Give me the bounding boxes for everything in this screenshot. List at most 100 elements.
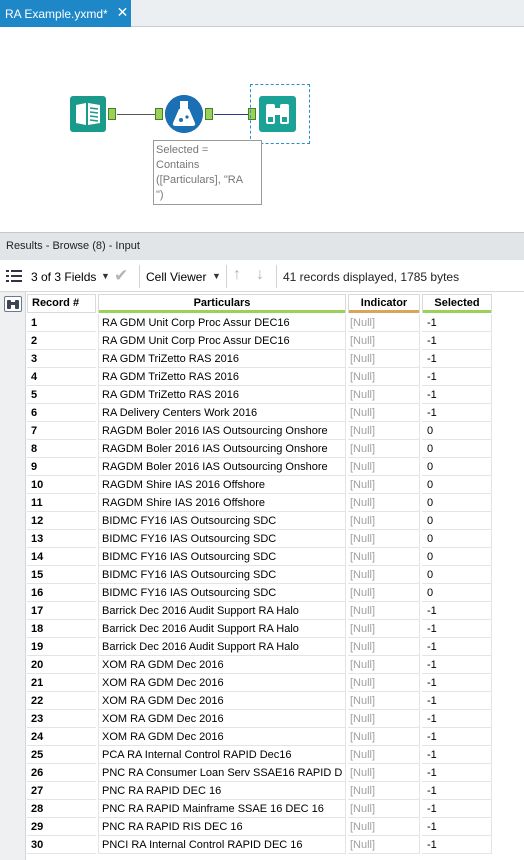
indicator-cell[interactable]: [Null] [348, 602, 420, 620]
indicator-cell[interactable]: [Null] [348, 782, 420, 800]
particulars-cell[interactable]: RAGDM Shire IAS 2016 Offshore [98, 494, 346, 512]
particulars-cell[interactable]: XOM RA GDM Dec 2016 [98, 710, 346, 728]
record-number-cell[interactable]: 24 [27, 728, 96, 746]
record-number-cell[interactable]: 15 [27, 566, 96, 584]
selected-cell[interactable]: -1 [422, 836, 492, 854]
selected-cell[interactable]: -1 [422, 332, 492, 350]
particulars-cell[interactable]: BIDMC FY16 IAS Outsourcing SDC [98, 548, 346, 566]
particulars-cell[interactable]: RAGDM Boler 2016 IAS Outsourcing Onshore [98, 458, 346, 476]
table-row[interactable]: 9 RAGDM Boler 2016 IAS Outsourcing Onshor… [27, 458, 493, 476]
table-row[interactable]: 22 XOM RA GDM Dec 2016 [Null] -1 [27, 692, 493, 710]
indicator-cell[interactable]: [Null] [348, 386, 420, 404]
record-number-cell[interactable]: 2 [27, 332, 96, 350]
indicator-cell[interactable]: [Null] [348, 710, 420, 728]
selected-cell[interactable]: 0 [422, 584, 492, 602]
record-number-cell[interactable]: 11 [27, 494, 96, 512]
selected-cell[interactable]: -1 [422, 656, 492, 674]
table-row[interactable]: 7 RAGDM Boler 2016 IAS Outsourcing Onshor… [27, 422, 493, 440]
indicator-cell[interactable]: [Null] [348, 818, 420, 836]
table-row[interactable]: 15 BIDMC FY16 IAS Outsourcing SDC [Null] 0 [27, 566, 493, 584]
binoculars-icon[interactable] [4, 296, 22, 312]
table-row[interactable]: 30 PNCI RA Internal Control RAPID DEC 16[… [27, 836, 493, 854]
table-row[interactable]: 17 Barrick Dec 2016 Audit Support RA Halo… [27, 602, 493, 620]
output-anchor-icon[interactable] [108, 108, 116, 120]
indicator-cell[interactable]: [Null] [348, 800, 420, 818]
record-number-cell[interactable]: 13 [27, 530, 96, 548]
table-row[interactable]: 18 Barrick Dec 2016 Audit Support RA Halo… [27, 620, 493, 638]
fields-list-icon[interactable] [6, 269, 22, 283]
table-row[interactable]: 19 Barrick Dec 2016 Audit Support RA Halo… [27, 638, 493, 656]
indicator-cell[interactable]: [Null] [348, 746, 420, 764]
table-row[interactable]: 20 XOM RA GDM Dec 2016 [Null] -1 [27, 656, 493, 674]
fields-selector[interactable]: 3 of 3 Fields [31, 270, 96, 284]
cell-viewer-selector[interactable]: Cell Viewer [146, 270, 206, 284]
selected-cell[interactable]: -1 [422, 386, 492, 404]
table-row[interactable]: 16 BIDMC FY16 IAS Outsourcing SDC [Null] 0 [27, 584, 493, 602]
particulars-cell[interactable]: PNC RA RAPID Mainframe SSAE 16 DEC 16 [98, 800, 346, 818]
record-number-cell[interactable]: 27 [27, 782, 96, 800]
particulars-cell[interactable]: XOM RA GDM Dec 2016 [98, 728, 346, 746]
table-row[interactable]: 21 XOM RA GDM Dec 2016 [Null] -1 [27, 674, 493, 692]
particulars-cell[interactable]: XOM RA GDM Dec 2016 [98, 656, 346, 674]
record-number-cell[interactable]: 23 [27, 710, 96, 728]
record-number-cell[interactable]: 20 [27, 656, 96, 674]
record-number-cell[interactable]: 21 [27, 674, 96, 692]
record-number-cell[interactable]: 19 [27, 638, 96, 656]
record-number-cell[interactable]: 8 [27, 440, 96, 458]
results-grid[interactable]: Record # Particulars Indicator Selected … [27, 292, 524, 860]
indicator-cell[interactable]: [Null] [348, 656, 420, 674]
indicator-cell[interactable]: [Null] [348, 422, 420, 440]
indicator-cell[interactable]: [Null] [348, 620, 420, 638]
table-row[interactable]: 29 PNC RA RAPID RIS DEC 16 [Null] -1 [27, 818, 493, 836]
table-row[interactable]: 8 RAGDM Boler 2016 IAS Outsourcing Onshor… [27, 440, 493, 458]
selected-cell[interactable]: -1 [422, 404, 492, 422]
selected-cell[interactable]: 0 [422, 494, 492, 512]
chevron-down-icon[interactable]: ▼ [212, 271, 221, 281]
selected-cell[interactable]: -1 [422, 818, 492, 836]
particulars-cell[interactable]: PCA RA Internal Control RAPID Dec16 [98, 746, 346, 764]
indicator-cell[interactable]: [Null] [348, 458, 420, 476]
record-number-cell[interactable]: 3 [27, 350, 96, 368]
input-anchor-icon[interactable] [155, 108, 163, 120]
selected-cell[interactable]: 0 [422, 440, 492, 458]
table-row[interactable]: 12 BIDMC FY16 IAS Outsourcing SDC [Null] 0 [27, 512, 493, 530]
selected-cell[interactable]: 0 [422, 548, 492, 566]
table-row[interactable]: 11 RAGDM Shire IAS 2016 Offshore [Null] 0 [27, 494, 493, 512]
particulars-cell[interactable]: RA GDM Unit Corp Proc Assur DEC16 [98, 314, 346, 332]
close-icon[interactable]: ✕ [116, 5, 129, 20]
particulars-cell[interactable]: BIDMC FY16 IAS Outsourcing SDC [98, 566, 346, 584]
input-data-tool-icon[interactable] [70, 96, 106, 132]
indicator-cell[interactable]: [Null] [348, 548, 420, 566]
table-row[interactable]: 2 RA GDM Unit Corp Proc Assur DEC16 [Null]… [27, 332, 493, 350]
indicator-cell[interactable]: [Null] [348, 692, 420, 710]
particulars-cell[interactable]: BIDMC FY16 IAS Outsourcing SDC [98, 530, 346, 548]
column-header-indicator[interactable]: Indicator [348, 294, 420, 313]
table-row[interactable]: 23 XOM RA GDM Dec 2016 [Null] -1 [27, 710, 493, 728]
arrow-up-icon[interactable]: ↑ [233, 266, 241, 284]
workflow-canvas[interactable]: Selected = Contains ([Particulars], "RA … [0, 28, 524, 230]
table-row[interactable]: 28 PNC RA RAPID Mainframe SSAE 16 DEC 16[… [27, 800, 493, 818]
selected-cell[interactable]: 0 [422, 512, 492, 530]
table-row[interactable]: 1 RA GDM Unit Corp Proc Assur DEC16 [Null]… [27, 314, 493, 332]
apply-check-icon[interactable]: ✔ [114, 267, 128, 285]
indicator-cell[interactable]: [Null] [348, 314, 420, 332]
indicator-cell[interactable]: [Null] [348, 332, 420, 350]
selected-cell[interactable]: -1 [422, 620, 492, 638]
particulars-cell[interactable]: Barrick Dec 2016 Audit Support RA Halo [98, 638, 346, 656]
arrow-down-icon[interactable]: ↓ [256, 266, 264, 284]
particulars-cell[interactable]: RA GDM Unit Corp Proc Assur DEC16 [98, 332, 346, 350]
selected-cell[interactable]: -1 [422, 710, 492, 728]
record-number-cell[interactable]: 1 [27, 314, 96, 332]
selected-cell[interactable]: -1 [422, 764, 492, 782]
record-number-cell[interactable]: 28 [27, 800, 96, 818]
particulars-cell[interactable]: RA GDM TriZetto RAS 2016 [98, 368, 346, 386]
record-number-cell[interactable]: 25 [27, 746, 96, 764]
record-number-cell[interactable]: 29 [27, 818, 96, 836]
record-number-cell[interactable]: 26 [27, 764, 96, 782]
selected-cell[interactable]: -1 [422, 800, 492, 818]
table-row[interactable]: 25 PCA RA Internal Control RAPID Dec16 [Nu… [27, 746, 493, 764]
browse-tool-binoculars-icon[interactable] [259, 96, 296, 132]
record-number-cell[interactable]: 30 [27, 836, 96, 854]
indicator-cell[interactable]: [Null] [348, 530, 420, 548]
table-row[interactable]: 14 BIDMC FY16 IAS Outsourcing SDC [Null] 0 [27, 548, 493, 566]
